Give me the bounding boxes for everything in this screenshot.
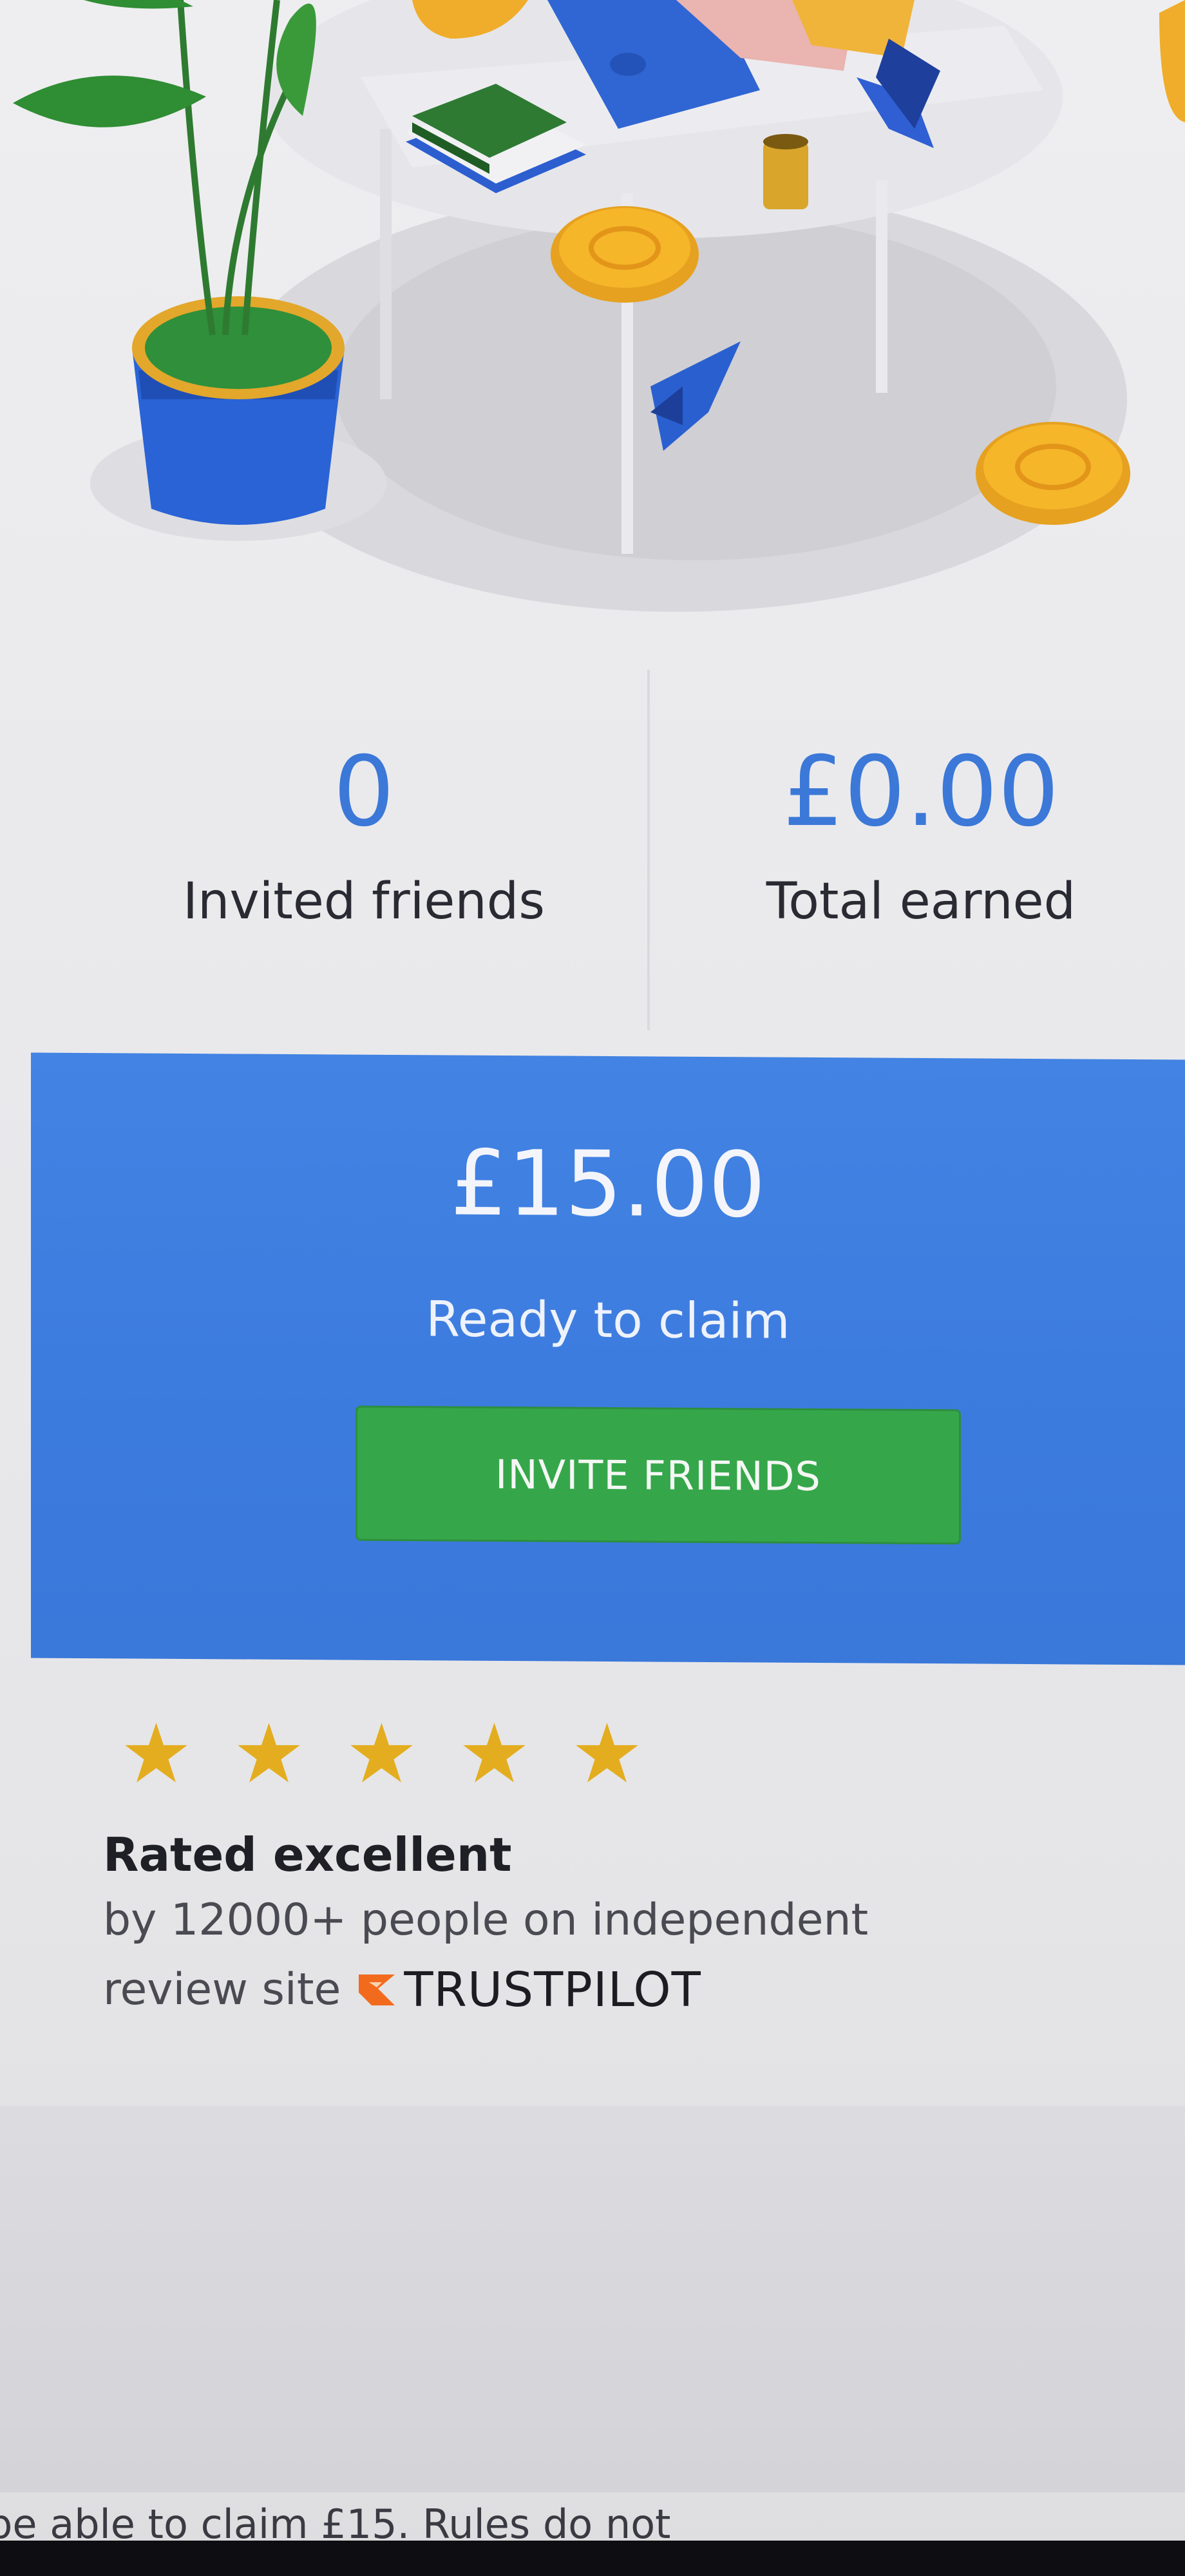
referral-page: 0 Invited friends £0.00 Total earned £15… [0,0,1185,2576]
stats-divider [647,670,650,1030]
total-earned-amount: £0.00 [782,736,1059,848]
trustpilot-logo[interactable]: TRUSTPILOT [356,1958,701,2022]
invite-friends-button[interactable]: INVITE FRIENDS [356,1405,961,1545]
trustpilot-logo-icon [359,1975,395,2005]
star-icon [125,1723,187,1783]
invited-friends-stat: 0 Invited friends [106,734,621,934]
claim-panel: £15.00 Ready to claim INVITE FRIENDS [31,1052,1185,1665]
footer-section [0,2106,1185,2492]
rating-source-text: review site [103,1964,341,2015]
claim-caption: Ready to claim [426,1290,790,1350]
invited-friends-count: 0 [333,736,395,848]
trustpilot-wordmark: TRUSTPILOT [404,1962,701,2018]
star-icon [350,1723,413,1783]
rating-stars [122,1719,641,1797]
rating-description: by 12000+ people on independent [103,1895,869,1946]
referral-illustration [13,0,1185,612]
trust-rating: Rated excellent by 12000+ people on inde… [103,1719,1005,2054]
screen-bezel [0,2541,1185,2576]
rating-title: Rated excellent [103,1828,512,1882]
star-icon [238,1723,300,1783]
invited-friends-label: Invited friends [183,873,545,931]
rating-source: review site TRUSTPILOT [103,1958,701,2022]
referral-stats: 0 Invited friends £0.00 Total earned [0,670,1185,1030]
claim-amount: £15.00 [450,1131,766,1238]
total-earned-label: Total earned [766,873,1076,931]
hero-illustration [0,0,1185,631]
total-earned-stat: £0.00 Total earned [663,734,1179,934]
star-icon [576,1723,638,1783]
star-icon [463,1723,526,1783]
